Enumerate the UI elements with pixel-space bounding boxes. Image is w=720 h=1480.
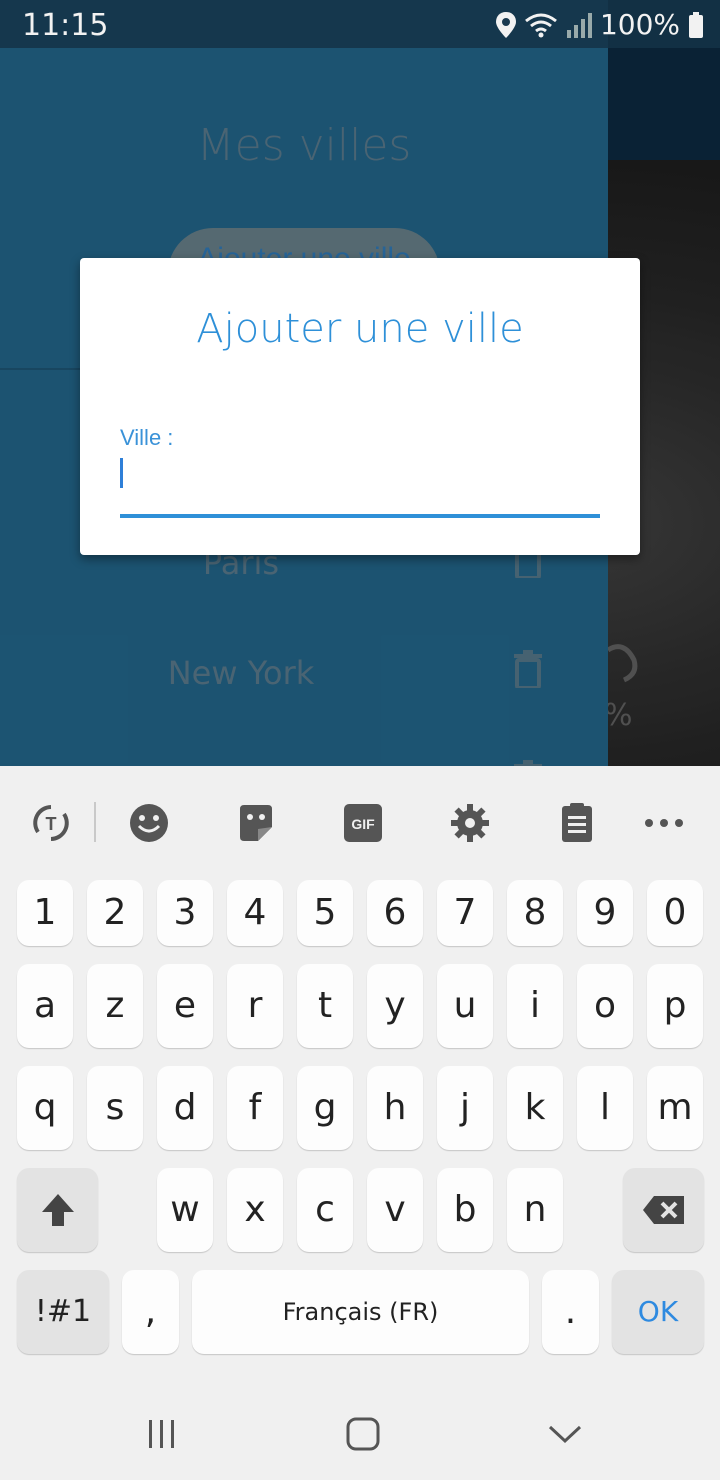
key-2[interactable]: 2 [87, 880, 143, 946]
key-6[interactable]: 6 [367, 880, 423, 946]
key-0[interactable]: 0 [647, 880, 703, 946]
key-3[interactable]: 3 [157, 880, 213, 946]
keyboard-toolbar: T GIF [0, 766, 720, 876]
key-u[interactable]: u [437, 964, 493, 1048]
period-key[interactable]: . [542, 1270, 599, 1354]
text-cursor [120, 458, 123, 488]
dialog-title: Ajouter une ville [196, 306, 524, 352]
recents-icon [149, 1420, 174, 1448]
clipboard-icon[interactable] [556, 802, 598, 844]
key-f[interactable]: f [227, 1066, 283, 1150]
space-key[interactable]: Français (FR) [192, 1270, 529, 1354]
key-q[interactable]: q [17, 1066, 73, 1150]
key-5[interactable]: 5 [297, 880, 353, 946]
key-g[interactable]: g [297, 1066, 353, 1150]
symbols-key[interactable]: !#1 [17, 1270, 109, 1354]
wifi-icon [525, 13, 557, 37]
key-h[interactable]: h [367, 1066, 423, 1150]
signal-icon [566, 12, 592, 38]
toolbar-separator [94, 802, 96, 842]
key-d[interactable]: d [157, 1066, 213, 1150]
keyboard: T GIF 1 2 3 4 5 6 7 8 9 0 a z e r t y u … [0, 766, 720, 1370]
key-b[interactable]: b [437, 1168, 493, 1252]
key-1[interactable]: 1 [17, 880, 73, 946]
key-z[interactable]: z [87, 964, 143, 1048]
comma-key[interactable]: , [122, 1270, 179, 1354]
key-e[interactable]: e [157, 964, 213, 1048]
more-icon[interactable] [643, 802, 685, 844]
key-y[interactable]: y [367, 964, 423, 1048]
key-k[interactable]: k [507, 1066, 563, 1150]
recents-button[interactable] [142, 1414, 182, 1454]
emoji-icon[interactable] [128, 802, 170, 844]
key-s[interactable]: s [87, 1066, 143, 1150]
key-9[interactable]: 9 [577, 880, 633, 946]
gif-label: GIF [351, 816, 375, 832]
home-icon [346, 1417, 380, 1451]
battery-percent: 100% [599, 8, 680, 41]
shift-icon [41, 1194, 74, 1226]
key-p[interactable]: p [647, 964, 703, 1048]
translate-icon[interactable]: T [30, 802, 72, 844]
chevron-down-icon [548, 1425, 582, 1444]
key-t[interactable]: t [297, 964, 353, 1048]
backspace-key[interactable] [623, 1168, 704, 1252]
key-w[interactable]: w [157, 1168, 213, 1252]
key-r[interactable]: r [227, 964, 283, 1048]
key-c[interactable]: c [297, 1168, 353, 1252]
svg-text:T: T [46, 814, 57, 834]
settings-icon[interactable] [449, 802, 491, 844]
location-icon [495, 11, 516, 38]
key-o[interactable]: o [577, 964, 633, 1048]
status-bar: 11:15 100% [0, 0, 720, 48]
key-a[interactable]: a [17, 964, 73, 1048]
gif-icon[interactable]: GIF [342, 802, 384, 844]
city-field-underline [120, 514, 600, 518]
key-m[interactable]: m [647, 1066, 703, 1150]
key-4[interactable]: 4 [227, 880, 283, 946]
back-button[interactable] [545, 1414, 585, 1454]
key-8[interactable]: 8 [507, 880, 563, 946]
sticker-icon[interactable] [235, 802, 277, 844]
key-7[interactable]: 7 [437, 880, 493, 946]
ok-key[interactable]: OK [612, 1270, 704, 1354]
navigation-bar [0, 1370, 720, 1480]
key-n[interactable]: n [507, 1168, 563, 1252]
status-time: 11:15 [22, 8, 109, 43]
status-icons: 100% [495, 8, 704, 41]
city-field-label: Ville : [120, 425, 174, 450]
key-x[interactable]: x [227, 1168, 283, 1252]
key-l[interactable]: l [577, 1066, 633, 1150]
city-input[interactable] [120, 454, 600, 494]
key-j[interactable]: j [437, 1066, 493, 1150]
key-i[interactable]: i [507, 964, 563, 1048]
battery-icon [689, 11, 703, 38]
add-city-dialog: Ajouter une ville Ville : [80, 258, 640, 555]
key-v[interactable]: v [367, 1168, 423, 1252]
home-button[interactable] [343, 1414, 383, 1454]
shift-key[interactable] [17, 1168, 98, 1252]
backspace-icon [642, 1196, 684, 1224]
